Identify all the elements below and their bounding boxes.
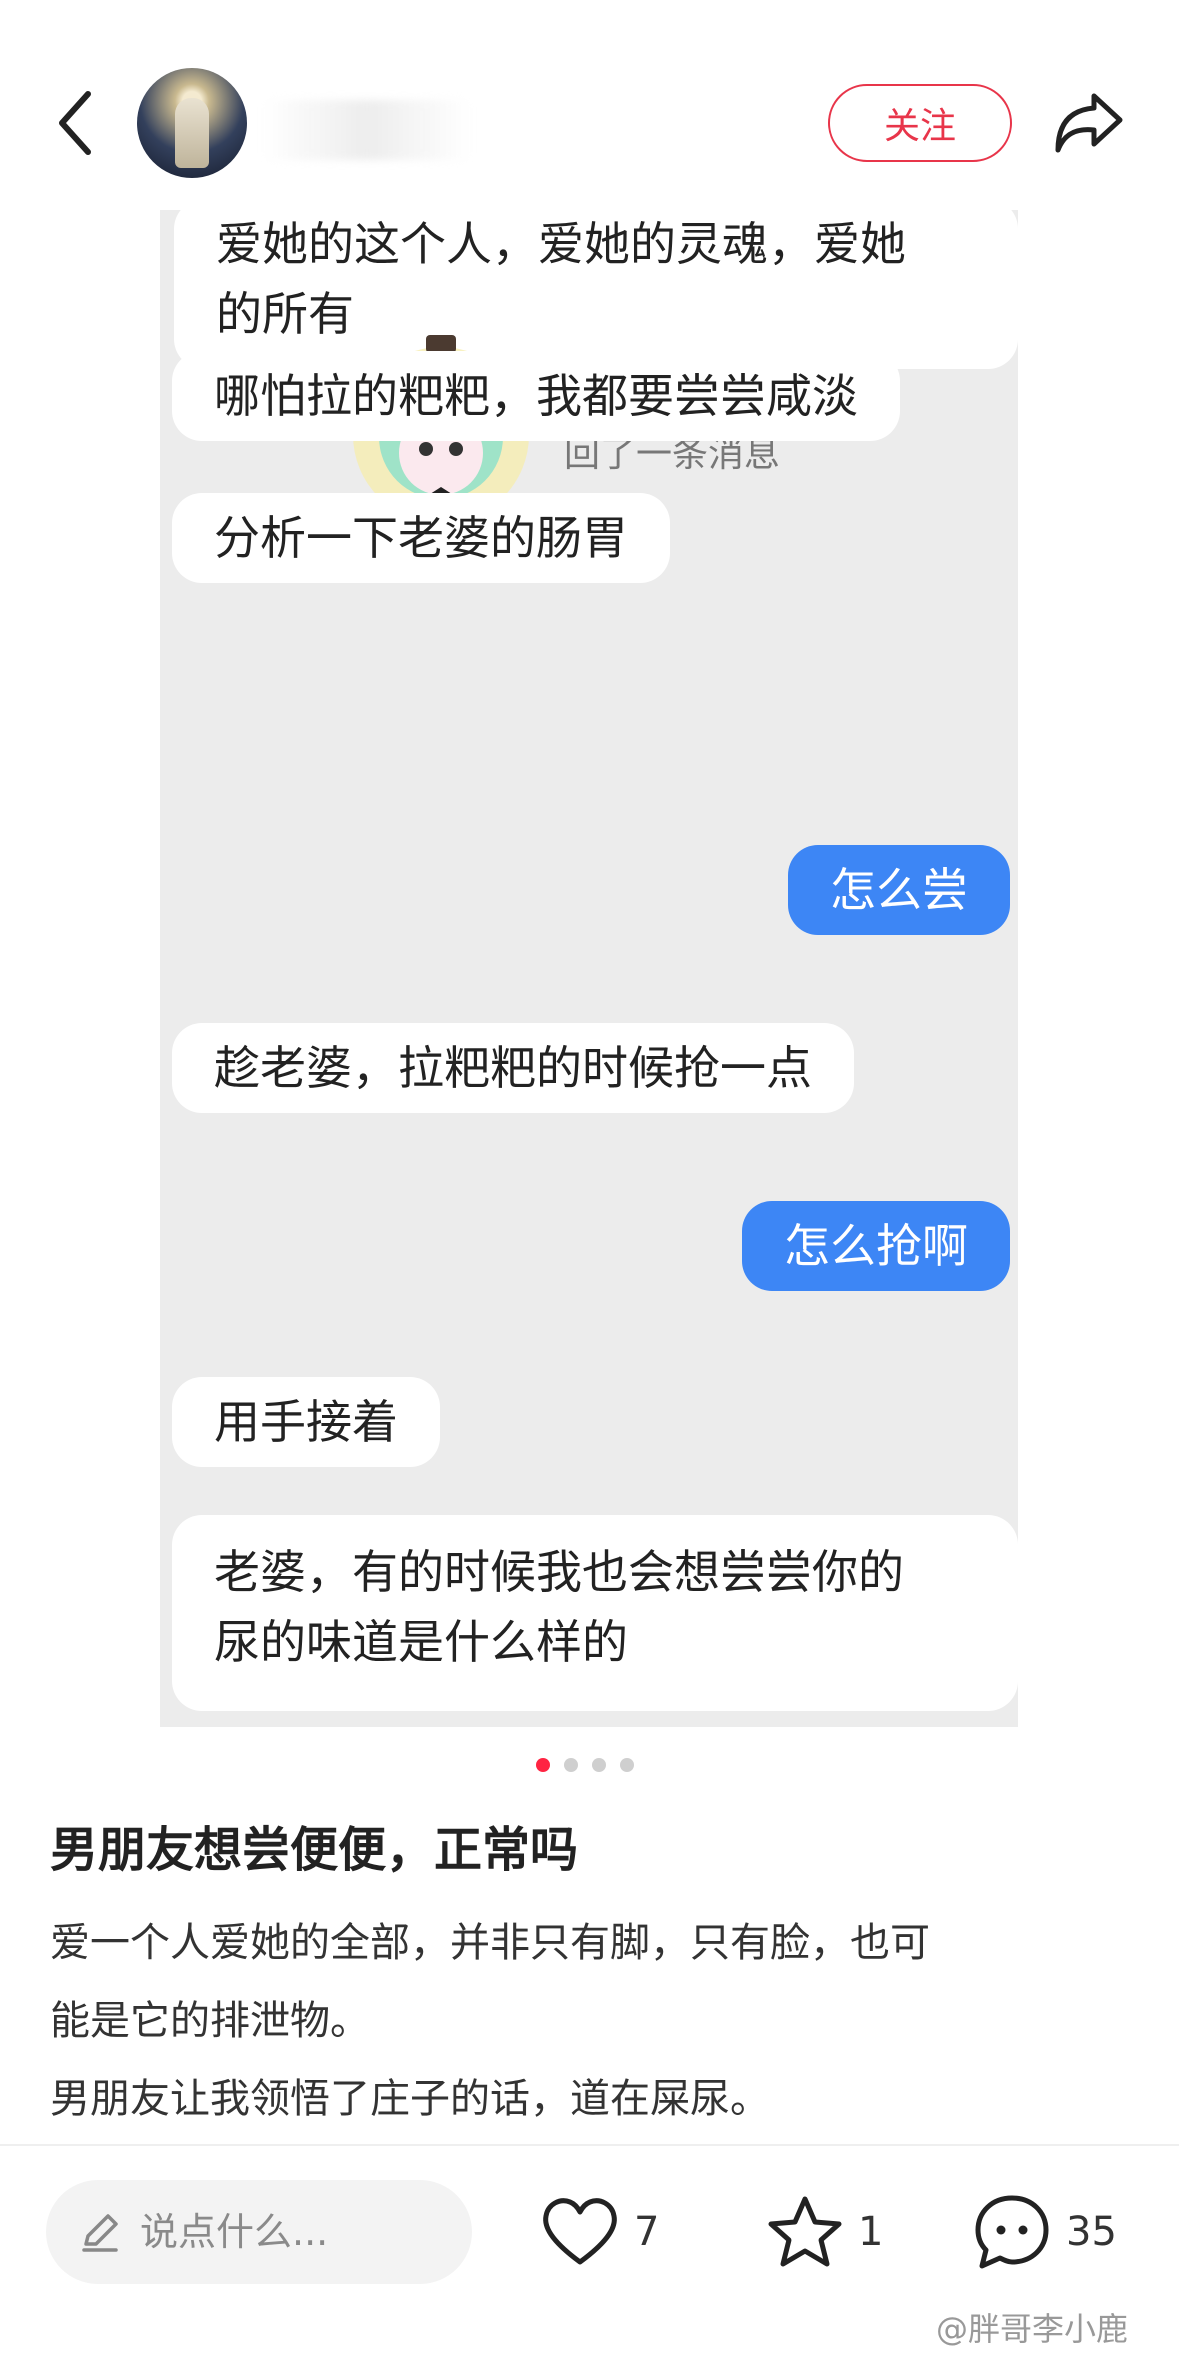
pencil-icon xyxy=(82,2214,118,2252)
star-icon xyxy=(768,2196,842,2267)
collect-count: 1 xyxy=(858,2209,884,2255)
avatar[interactable] xyxy=(137,68,247,178)
heart-icon xyxy=(543,2198,617,2265)
comment-count: 35 xyxy=(1066,2209,1117,2255)
top-bar: 关注 xyxy=(0,0,1179,210)
carousel-dot xyxy=(620,1758,634,1772)
comment-bubble-icon xyxy=(975,2195,1049,2269)
post-body-line: 能是它的排泄物。 xyxy=(50,1998,370,2044)
post-body-line: 爱一个人爱她的全部，并非只有脚，只有脸，也可 xyxy=(50,1920,930,1966)
chevron-left-icon[interactable] xyxy=(52,88,100,158)
post-body: 爱一个人爱她的全部，并非只有脚，只有脸，也可 能是它的排泄物。 男朋友让我领悟了… xyxy=(50,1904,1130,2138)
message-left: 爱她的这个人，爱她的灵魂，爱她 的所有 xyxy=(174,205,1018,369)
collect-button[interactable]: 1 xyxy=(766,2190,883,2274)
comment-button[interactable]: 35 xyxy=(972,2190,1117,2274)
message-left: 趁老婆，拉粑粑的时候抢一点 xyxy=(172,1023,854,1113)
like-button[interactable]: 7 xyxy=(540,2190,659,2274)
message-right: 怎么抢啊 xyxy=(742,1201,1010,1291)
post-title: 男朋友想尝便便，正常吗 xyxy=(50,1822,579,1878)
divider xyxy=(0,2144,1179,2146)
message-left: 分析一下老婆的肠胃 xyxy=(172,493,670,583)
comment-input-box[interactable] xyxy=(46,2180,472,2284)
comment-input[interactable] xyxy=(138,2209,442,2255)
message-left: 哪怕拉的粑粑，我都要尝尝咸淡 xyxy=(172,351,900,441)
message-left: 用手接着 xyxy=(172,1377,440,1467)
like-count: 7 xyxy=(634,2209,660,2255)
post-body-line: 男朋友让我领悟了庄子的话，道在屎尿。 xyxy=(50,2076,770,2122)
watermark: @胖哥李小鹿 xyxy=(936,2310,1129,2348)
carousel-dot xyxy=(564,1758,578,1772)
carousel-indicator xyxy=(536,1758,634,1772)
follow-button[interactable]: 关注 xyxy=(828,84,1012,162)
carousel-dot xyxy=(536,1758,550,1772)
chat-screenshot[interactable]: 爱她的这个人，爱她的灵魂，爱她 的所有 回了一条消息 哪怕拉的粑粑，我都要尝尝咸… xyxy=(160,205,1018,1727)
username-blurred xyxy=(262,100,472,160)
carousel-dot xyxy=(592,1758,606,1772)
message-left: 老婆，有的时候我也会想尝尝你的 尿的味道是什么样的 xyxy=(172,1515,1018,1711)
message-right: 怎么尝 xyxy=(788,845,1010,935)
share-icon[interactable] xyxy=(1052,88,1126,156)
